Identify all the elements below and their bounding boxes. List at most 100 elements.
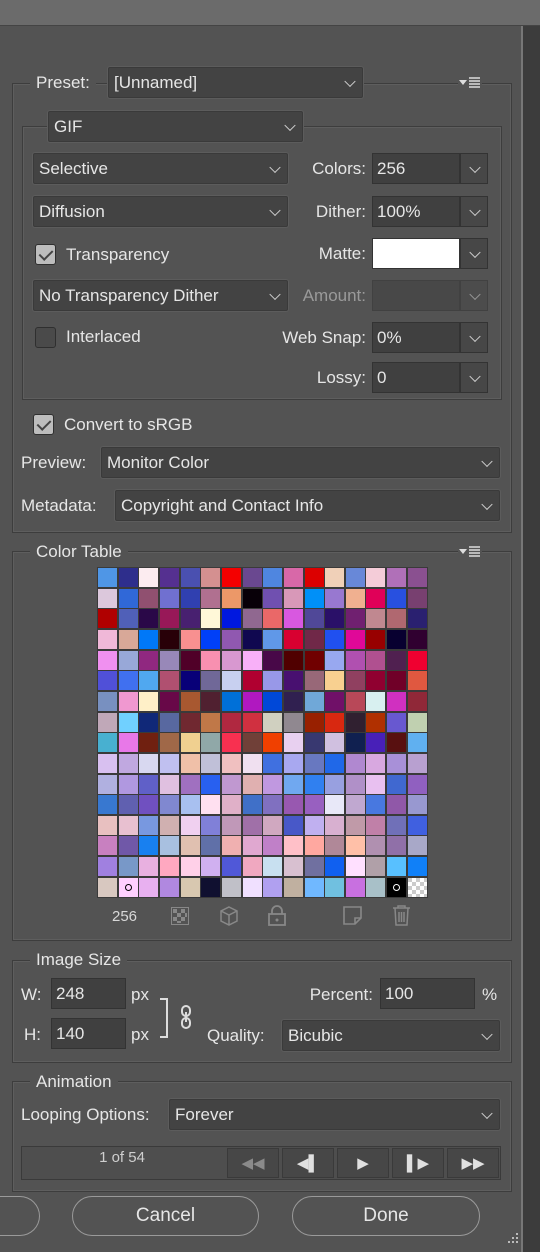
transparency-dither-dropdown[interactable]: No Transparency Dither	[33, 280, 288, 311]
color-swatch[interactable]	[406, 794, 428, 816]
color-swatch[interactable]	[282, 711, 304, 733]
color-swatch[interactable]	[97, 690, 118, 712]
color-swatch[interactable]	[406, 670, 428, 692]
color-swatch[interactable]	[138, 649, 160, 671]
color-swatch[interactable]	[138, 856, 160, 878]
color-swatch[interactable]	[262, 567, 284, 588]
color-swatch[interactable]	[303, 814, 325, 836]
color-swatch[interactable]	[200, 773, 222, 795]
percent-value[interactable]: 100	[380, 978, 475, 1009]
color-swatch[interactable]	[406, 732, 428, 754]
color-swatch[interactable]	[344, 835, 366, 857]
color-swatch[interactable]	[117, 649, 139, 671]
color-swatch[interactable]	[158, 773, 180, 795]
color-swatch[interactable]	[97, 587, 118, 609]
lossy-value[interactable]: 0	[372, 362, 460, 393]
color-swatch[interactable]	[117, 752, 139, 774]
matte-color-swatch[interactable]	[372, 238, 460, 269]
color-swatch[interactable]	[138, 711, 160, 733]
color-swatch[interactable]	[324, 628, 346, 650]
color-swatch[interactable]	[158, 752, 180, 774]
resize-grip-icon[interactable]	[506, 1230, 520, 1250]
color-swatch[interactable]	[158, 856, 180, 878]
color-swatch[interactable]	[200, 856, 222, 878]
color-swatch[interactable]	[117, 856, 139, 878]
color-swatch[interactable]	[117, 670, 139, 692]
color-swatch[interactable]	[97, 835, 118, 857]
color-swatch[interactable]	[97, 752, 118, 774]
color-swatch[interactable]	[138, 608, 160, 630]
color-swatch[interactable]	[158, 794, 180, 816]
color-swatch[interactable]	[117, 835, 139, 857]
new-color-icon[interactable]	[343, 906, 362, 930]
color-swatch[interactable]	[324, 814, 346, 836]
color-swatch[interactable]	[282, 814, 304, 836]
save-button-partial[interactable]	[0, 1196, 40, 1236]
color-swatch[interactable]	[158, 649, 180, 671]
color-swatch[interactable]	[138, 773, 160, 795]
color-swatch[interactable]	[282, 835, 304, 857]
color-swatch[interactable]	[200, 567, 222, 588]
color-swatch[interactable]	[117, 814, 139, 836]
color-swatch[interactable]	[303, 732, 325, 754]
color-swatch[interactable]	[138, 567, 160, 588]
color-swatch[interactable]	[241, 567, 263, 588]
color-swatch[interactable]	[262, 587, 284, 609]
color-swatch[interactable]	[179, 567, 201, 588]
transparency-checkbox[interactable]	[35, 244, 56, 265]
color-swatch[interactable]	[200, 628, 222, 650]
color-swatch[interactable]	[365, 794, 387, 816]
color-swatch[interactable]	[117, 794, 139, 816]
color-swatch[interactable]	[262, 732, 284, 754]
color-swatch[interactable]	[138, 752, 160, 774]
width-input[interactable]: 248	[51, 978, 126, 1009]
color-swatch[interactable]	[282, 587, 304, 609]
color-swatch[interactable]	[200, 670, 222, 692]
color-swatch[interactable]	[282, 773, 304, 795]
interlaced-checkbox[interactable]	[35, 327, 56, 348]
color-swatch[interactable]	[200, 835, 222, 857]
color-swatch[interactable]	[241, 752, 263, 774]
color-swatch[interactable]	[262, 794, 284, 816]
color-swatch[interactable]	[365, 608, 387, 630]
color-swatch[interactable]	[241, 732, 263, 754]
color-swatch[interactable]	[117, 773, 139, 795]
color-swatch[interactable]	[344, 567, 366, 588]
color-swatch[interactable]	[179, 856, 201, 878]
color-swatch[interactable]	[158, 690, 180, 712]
color-swatch[interactable]	[344, 794, 366, 816]
color-swatch[interactable]	[344, 587, 366, 609]
convert-srgb-checkbox[interactable]	[33, 414, 54, 435]
color-swatch[interactable]	[386, 608, 408, 630]
color-swatch[interactable]	[220, 690, 242, 712]
color-swatch[interactable]	[117, 567, 139, 588]
color-swatch[interactable]	[220, 628, 242, 650]
color-swatch[interactable]	[262, 690, 284, 712]
color-swatch[interactable]	[138, 876, 160, 898]
color-swatch[interactable]	[324, 732, 346, 754]
color-swatch[interactable]	[117, 711, 139, 733]
color-swatch[interactable]	[365, 711, 387, 733]
preset-dropdown[interactable]: [Unnamed]	[108, 67, 363, 98]
color-swatch[interactable]	[241, 587, 263, 609]
color-swatch[interactable]	[344, 608, 366, 630]
color-swatch[interactable]	[365, 649, 387, 671]
color-swatch[interactable]	[406, 587, 428, 609]
color-swatch[interactable]	[344, 773, 366, 795]
color-swatch[interactable]	[324, 773, 346, 795]
color-swatch[interactable]	[303, 752, 325, 774]
color-swatch[interactable]	[282, 628, 304, 650]
color-swatch[interactable]	[365, 814, 387, 836]
color-swatch[interactable]	[158, 608, 180, 630]
colors-dropdown-button[interactable]	[460, 153, 488, 184]
color-swatch[interactable]	[220, 794, 242, 816]
color-swatch[interactable]	[179, 835, 201, 857]
color-swatch[interactable]	[138, 670, 160, 692]
color-swatch[interactable]	[200, 608, 222, 630]
color-swatch[interactable]	[303, 670, 325, 692]
color-swatch[interactable]	[262, 814, 284, 836]
color-swatch[interactable]	[344, 670, 366, 692]
color-swatch[interactable]	[365, 856, 387, 878]
color-swatch[interactable]	[344, 752, 366, 774]
color-swatch[interactable]	[282, 856, 304, 878]
